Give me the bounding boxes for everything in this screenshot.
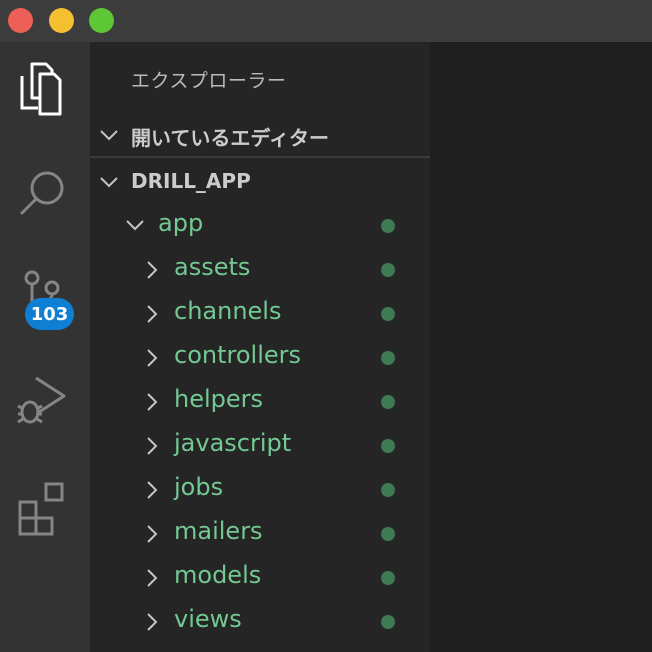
activity-bar: 103 (0, 42, 90, 652)
search-activity[interactable] (0, 142, 90, 230)
tree-item-label: app (158, 209, 204, 237)
modified-indicator (381, 439, 395, 453)
chevron-right-icon (147, 305, 158, 323)
tree-item-assets[interactable]: assets (90, 246, 430, 290)
tree-item-models[interactable]: models (90, 554, 430, 598)
chevron-right-icon (147, 569, 158, 587)
run-debug-icon (17, 376, 66, 424)
close-window-button[interactable] (8, 8, 33, 33)
chevron-right-icon (147, 613, 158, 631)
modified-indicator (381, 527, 395, 541)
modified-indicator (381, 571, 395, 585)
explorer-activity[interactable] (0, 42, 90, 130)
modified-indicator (381, 395, 395, 409)
modified-indicator (381, 307, 395, 321)
chevron-right-icon (147, 393, 158, 411)
chevron-right-icon (147, 481, 158, 499)
tree-item-label: mailers (174, 517, 263, 545)
tree-item-mailers[interactable]: mailers (90, 510, 430, 554)
chevron-down-icon (100, 130, 118, 141)
tree-item-label: javascript (174, 429, 292, 457)
project-section[interactable]: DRILL_APP (90, 161, 430, 201)
tree-item-controllers[interactable]: controllers (90, 334, 430, 378)
files-icon (20, 62, 62, 116)
sidebar-title: エクスプローラー (131, 70, 287, 92)
chevron-down-icon (100, 177, 118, 188)
modified-indicator (381, 263, 395, 277)
tree-item-label: assets (174, 253, 251, 281)
project-label: DRILL_APP (131, 169, 251, 193)
open-editors-section[interactable]: 開いているエディター (90, 114, 430, 154)
extensions-activity[interactable] (0, 462, 90, 550)
section-divider (90, 156, 430, 158)
tree-item-helpers[interactable]: helpers (90, 378, 430, 422)
tree-item-app[interactable]: app (90, 202, 430, 246)
tree-item-label: channels (174, 297, 282, 325)
explorer-sidebar: エクスプローラー 開いているエディター DRILL_APP app assets… (90, 42, 430, 652)
maximize-window-button[interactable] (89, 8, 114, 33)
open-editors-label: 開いているエディター (131, 126, 329, 150)
tree-item-label: models (174, 561, 262, 589)
modified-indicator (381, 615, 395, 629)
modified-indicator (381, 351, 395, 365)
tree-item-label: views (174, 605, 242, 633)
chevron-right-icon (147, 437, 158, 455)
editor-area[interactable] (430, 42, 652, 652)
tree-item-label: helpers (174, 385, 264, 413)
tree-item-label: controllers (174, 341, 301, 369)
scm-count-badge: 103 (25, 298, 74, 330)
tree-item-javascript[interactable]: javascript (90, 422, 430, 466)
chevron-right-icon (147, 525, 158, 543)
chevron-right-icon (147, 261, 158, 279)
run-debug-activity[interactable] (0, 362, 90, 450)
chevron-right-icon (147, 349, 158, 367)
chevron-down-icon (126, 220, 144, 231)
search-icon (20, 171, 64, 215)
tree-item-jobs[interactable]: jobs (90, 466, 430, 510)
title-bar (0, 0, 652, 42)
tree-item-views[interactable]: views (90, 598, 430, 642)
modified-indicator (381, 483, 395, 497)
tree-item-channels[interactable]: channels (90, 290, 430, 334)
extensions-icon (18, 482, 64, 536)
modified-indicator (381, 219, 395, 233)
tree-item-label: jobs (174, 473, 224, 501)
minimize-window-button[interactable] (49, 8, 74, 33)
